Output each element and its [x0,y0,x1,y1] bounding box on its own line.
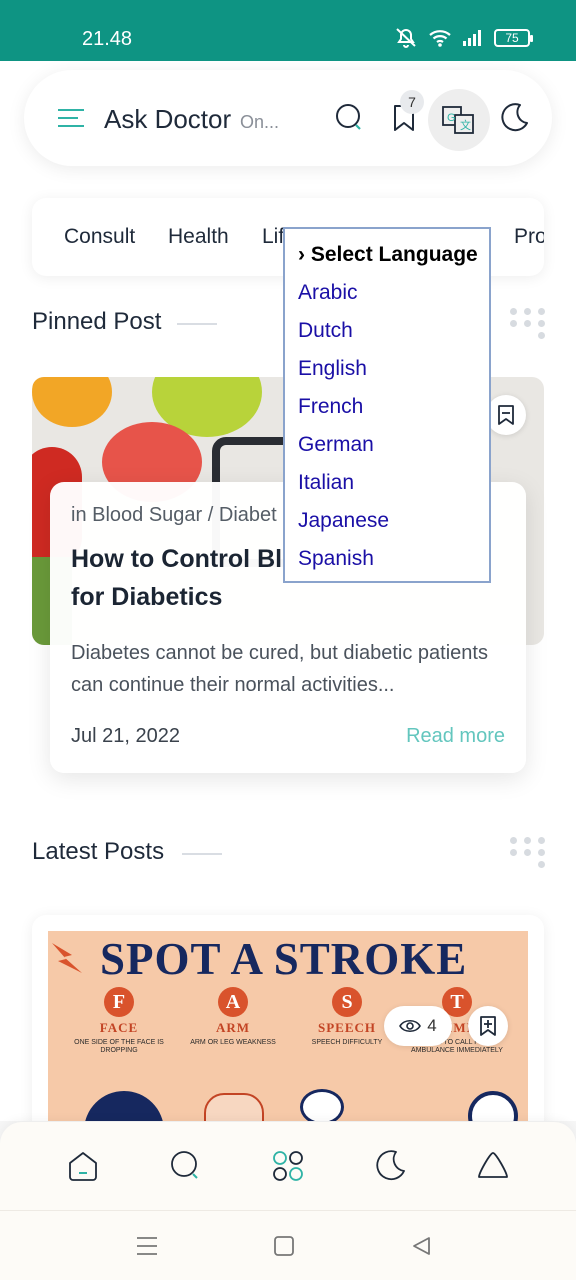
translate-icon: G文 [442,106,474,134]
system-navigation [0,1210,576,1280]
stroke-letter: F [104,987,134,1017]
back-button[interactable] [408,1233,434,1259]
menu-icon[interactable] [56,106,86,130]
home-button[interactable] [271,1233,297,1259]
stroke-desc: ONE SIDE OF THE FACE IS DROPPING [74,1039,164,1054]
pinned-section-title: Pinned Post [32,308,162,335]
bookmark-minus-icon [498,405,514,425]
pinned-bookmark-button[interactable] [486,395,526,435]
views-count: 4 [427,1016,437,1035]
image-headline: SPOT A STROKE [100,934,468,984]
svg-text:G: G [447,112,456,124]
category-consult[interactable]: Consult [64,225,135,249]
triangle-icon [478,1152,508,1178]
eye-icon [399,1019,422,1033]
back-triangle-icon [413,1237,430,1255]
lightning-icon [52,943,82,973]
stroke-column-face: F FACE ONE SIDE OF THE FACE IS DROPPING [60,987,178,1055]
language-option-german[interactable]: German [298,433,374,457]
wifi-icon [428,28,452,48]
signal-icon [462,30,484,46]
views-counter: 4 [384,1006,452,1046]
nav-dark-mode[interactable] [372,1148,408,1184]
top-app-bar: Ask Doctor On... 7 G文 [24,70,552,166]
stroke-letter: A [218,987,248,1017]
latest-post-image[interactable]: SPOT A STROKE F FACE ONE SIDE OF THE FAC… [48,931,528,1121]
language-option-italian[interactable]: Italian [298,471,354,495]
language-dropdown: › Select Language Arabic Dutch English F… [283,227,491,583]
orange-shape [32,377,112,427]
status-icons: 75 [394,27,533,49]
nav-home[interactable] [65,1148,101,1184]
stroke-desc: ARM OR LEG WEAKNESS [190,1039,276,1046]
recent-apps-button[interactable] [134,1233,160,1259]
latest-bookmark-button[interactable] [468,1006,508,1046]
page-content: Ask Doctor On... 7 G文 Consult Health Lif… [0,61,576,1121]
recent-apps-icon [137,1237,157,1255]
grid-dots-icon [510,834,545,868]
language-dropdown-heading: › Select Language [298,243,478,266]
stroke-word: ARM [215,1020,251,1035]
translate-button[interactable]: G文 [428,89,490,151]
bookmark-plus-icon [480,1016,496,1036]
read-more-link[interactable]: Read more [406,725,505,748]
category-lifestyle[interactable]: Lif [262,225,284,249]
face-illustration [84,1091,164,1121]
grid-dots-icon [510,305,545,339]
hand-illustration [204,1093,264,1121]
square-icon [274,1236,294,1256]
search-icon [171,1151,198,1179]
latest-section-title: Latest Posts [32,838,165,865]
language-option-dutch[interactable]: Dutch [298,319,353,343]
moon-icon [376,1150,405,1181]
clock-illustration [468,1091,518,1121]
category-health[interactable]: Health [168,225,229,249]
nav-notifications[interactable] [475,1148,511,1184]
moon-icon [501,103,528,132]
svg-text:文: 文 [460,118,471,132]
site-title[interactable]: Ask Doctor [104,104,231,135]
post-date: Jul 21, 2022 [71,725,180,747]
mute-icon [394,27,418,49]
language-option-french[interactable]: French [298,395,363,419]
section-divider [177,323,217,325]
bottom-navigation [0,1122,576,1210]
latest-post-card[interactable]: SPOT A STROKE F FACE ONE SIDE OF THE FAC… [32,915,544,1121]
search-icon [336,104,361,130]
language-option-spanish[interactable]: Spanish [298,547,374,571]
nav-search[interactable] [168,1148,204,1184]
status-time: 21.48 [82,28,133,50]
bookmark-count-badge: 7 [400,90,424,114]
stroke-desc: SPEECH DIFFICULTY [311,1039,383,1046]
site-subtitle: On... [240,112,280,132]
language-option-english[interactable]: English [298,357,367,381]
stroke-column-arm: A ARM ARM OR LEG WEAKNESS [174,987,292,1047]
search-button[interactable] [326,94,374,142]
language-option-japanese[interactable]: Japanese [298,509,389,533]
speech-bubble-illustration [300,1089,344,1121]
stroke-letter: S [332,987,362,1017]
post-excerpt: Diabetes cannot be cured, but diabetic p… [71,642,488,696]
home-icon [69,1152,97,1181]
nav-categories[interactable] [270,1148,306,1184]
stroke-word: FACE [99,1020,139,1035]
language-option-arabic[interactable]: Arabic [298,281,358,305]
category-pro[interactable]: Pro [514,225,544,249]
dark-mode-button[interactable] [490,94,538,142]
status-bar: 21.48 75 [0,0,576,61]
grid-icon [273,1151,303,1181]
battery-icon: 75 [494,29,533,47]
section-divider [182,853,222,855]
post-category[interactable]: in Blood Sugar / Diabet [71,504,277,527]
